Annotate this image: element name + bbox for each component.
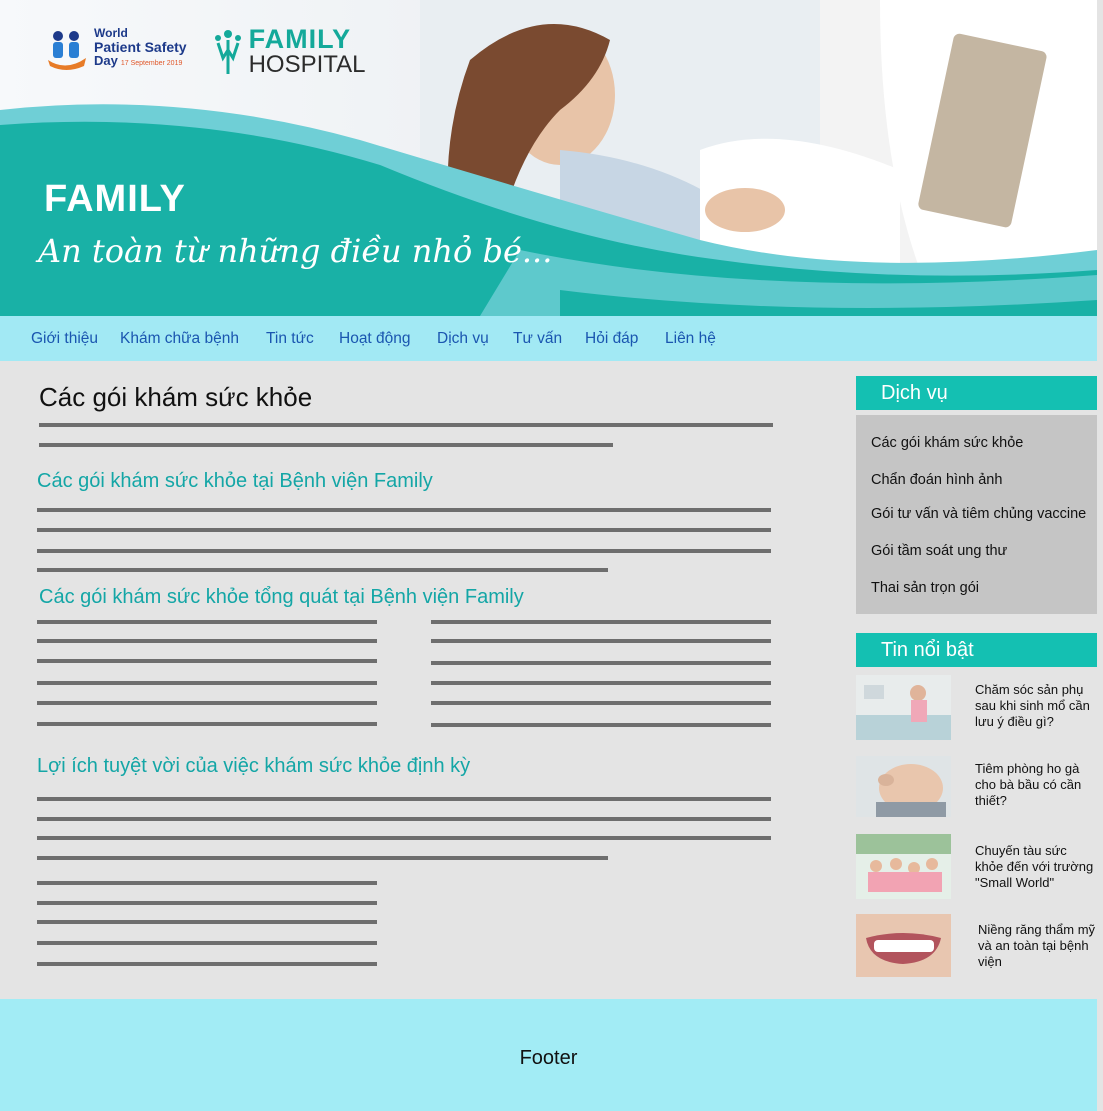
news-item-title[interactable]: Tiêm phòng ho gà cho bà bầu có cần thiết…: [975, 761, 1097, 809]
text-placeholder-line: [431, 681, 771, 685]
news-thumbnail[interactable]: [856, 834, 951, 899]
nav-item-tu-van[interactable]: Tư vấn: [513, 330, 562, 348]
nav-item-hoi-dap[interactable]: Hỏi đáp: [585, 330, 638, 348]
text-placeholder-line: [37, 549, 771, 553]
banner-slogan: An toàn từ những điều nhỏ bé...: [38, 232, 553, 270]
services-heading-label: Dịch vụ: [881, 382, 948, 404]
text-placeholder-line: [37, 701, 377, 705]
text-placeholder-line: [37, 659, 377, 663]
news-item-title[interactable]: Chăm sóc sản phụ sau khi sinh mổ cần lưu…: [975, 682, 1097, 730]
text-placeholder-line: [37, 881, 377, 885]
text-placeholder-line: [431, 639, 771, 643]
text-placeholder-line: [37, 941, 377, 945]
text-placeholder-line: [431, 620, 771, 624]
text-placeholder-line: [37, 508, 771, 512]
text-placeholder-line: [37, 901, 377, 905]
text-placeholder-line: [431, 661, 771, 665]
text-placeholder-line: [431, 701, 771, 705]
page-title: Các gói khám sức khỏe: [39, 382, 313, 412]
nav-item-kham-chua-benh[interactable]: Khám chữa bệnh: [120, 330, 239, 348]
text-placeholder-line: [39, 423, 773, 427]
news-item-title[interactable]: Chuyến tàu sức khỏe đến với trường "Smal…: [975, 843, 1097, 891]
text-placeholder-line: [37, 528, 771, 532]
header-banner: World Patient Safety Day 17 September 201…: [0, 0, 1097, 316]
service-item[interactable]: Gói tư vấn và tiêm chủng vaccine: [871, 506, 1086, 522]
text-placeholder-line: [37, 836, 771, 840]
hospital-logo-line1: FAMILY: [248, 24, 352, 54]
text-placeholder-line: [37, 681, 377, 685]
world-patient-safety-day-logo[interactable]: World Patient Safety Day 17 September 201…: [46, 26, 187, 71]
event-logo-line1: World: [94, 26, 128, 40]
news-heading: Tin nổi bật: [856, 633, 1097, 667]
event-logo-line3: Day: [94, 53, 118, 68]
footer-label: Footer: [519, 1047, 578, 1069]
text-placeholder-line: [37, 639, 377, 643]
text-placeholder-line: [431, 723, 771, 727]
nav-item-dich-vu[interactable]: Dịch vụ: [437, 330, 489, 348]
text-placeholder-line: [37, 856, 608, 860]
family-hospital-logo[interactable]: FAMILY HOSPITAL: [213, 26, 366, 78]
family-people-icon: [214, 30, 241, 74]
nav-item-hoat-dong[interactable]: Hoạt động: [339, 330, 411, 348]
hospital-logo-line2: HOSPITAL: [248, 51, 366, 78]
footer: Footer: [0, 999, 1097, 1111]
nav-item-lien-he[interactable]: Liên hệ: [665, 330, 716, 348]
text-placeholder-line: [39, 443, 613, 447]
news-thumbnail[interactable]: [856, 914, 951, 977]
section-title: Lợi ích tuyệt vời của việc khám sức khỏe…: [37, 755, 471, 777]
services-list: Các gói khám sức khỏe Chẩn đoán hình ảnh…: [856, 415, 1097, 614]
patient-safety-icon: [48, 30, 86, 70]
logo-group: World Patient Safety Day 17 September 201…: [46, 26, 366, 78]
text-placeholder-line: [37, 797, 771, 801]
service-item[interactable]: Các gói khám sức khỏe: [871, 435, 1023, 451]
text-placeholder-line: [37, 722, 377, 726]
news-thumbnail[interactable]: [856, 675, 951, 740]
service-item[interactable]: Chẩn đoán hình ảnh: [871, 472, 1002, 488]
event-logo-line2: Patient Safety: [94, 39, 187, 55]
text-placeholder-line: [37, 568, 608, 572]
nav-item-tin-tuc[interactable]: Tin tức: [266, 330, 314, 348]
service-item[interactable]: Gói tầm soát ung thư: [871, 543, 1007, 559]
service-item[interactable]: Thai sản trọn gói: [871, 580, 979, 596]
news-thumbnail[interactable]: [856, 756, 951, 817]
text-placeholder-line: [37, 620, 377, 624]
services-heading: Dịch vụ: [856, 376, 1097, 410]
nav-item-gioi-thieu[interactable]: Giới thiệu: [31, 330, 98, 348]
section-title: Các gói khám sức khỏe tổng quát tại Bệnh…: [39, 586, 524, 608]
section-title: Các gói khám sức khỏe tại Bệnh viện Fami…: [37, 470, 433, 492]
banner-title: FAMILY: [44, 178, 186, 220]
event-logo-date: 17 September 2019: [120, 60, 183, 67]
news-heading-label: Tin nổi bật: [881, 639, 974, 661]
text-placeholder-line: [37, 920, 377, 924]
main-nav: Giới thiệu Khám chữa bệnh Tin tức Hoạt đ…: [0, 316, 1097, 361]
text-placeholder-line: [37, 962, 377, 966]
text-placeholder-line: [37, 817, 771, 821]
news-item-title[interactable]: Niềng răng thẩm mỹ và an toàn tại bệnh v…: [978, 922, 1100, 970]
